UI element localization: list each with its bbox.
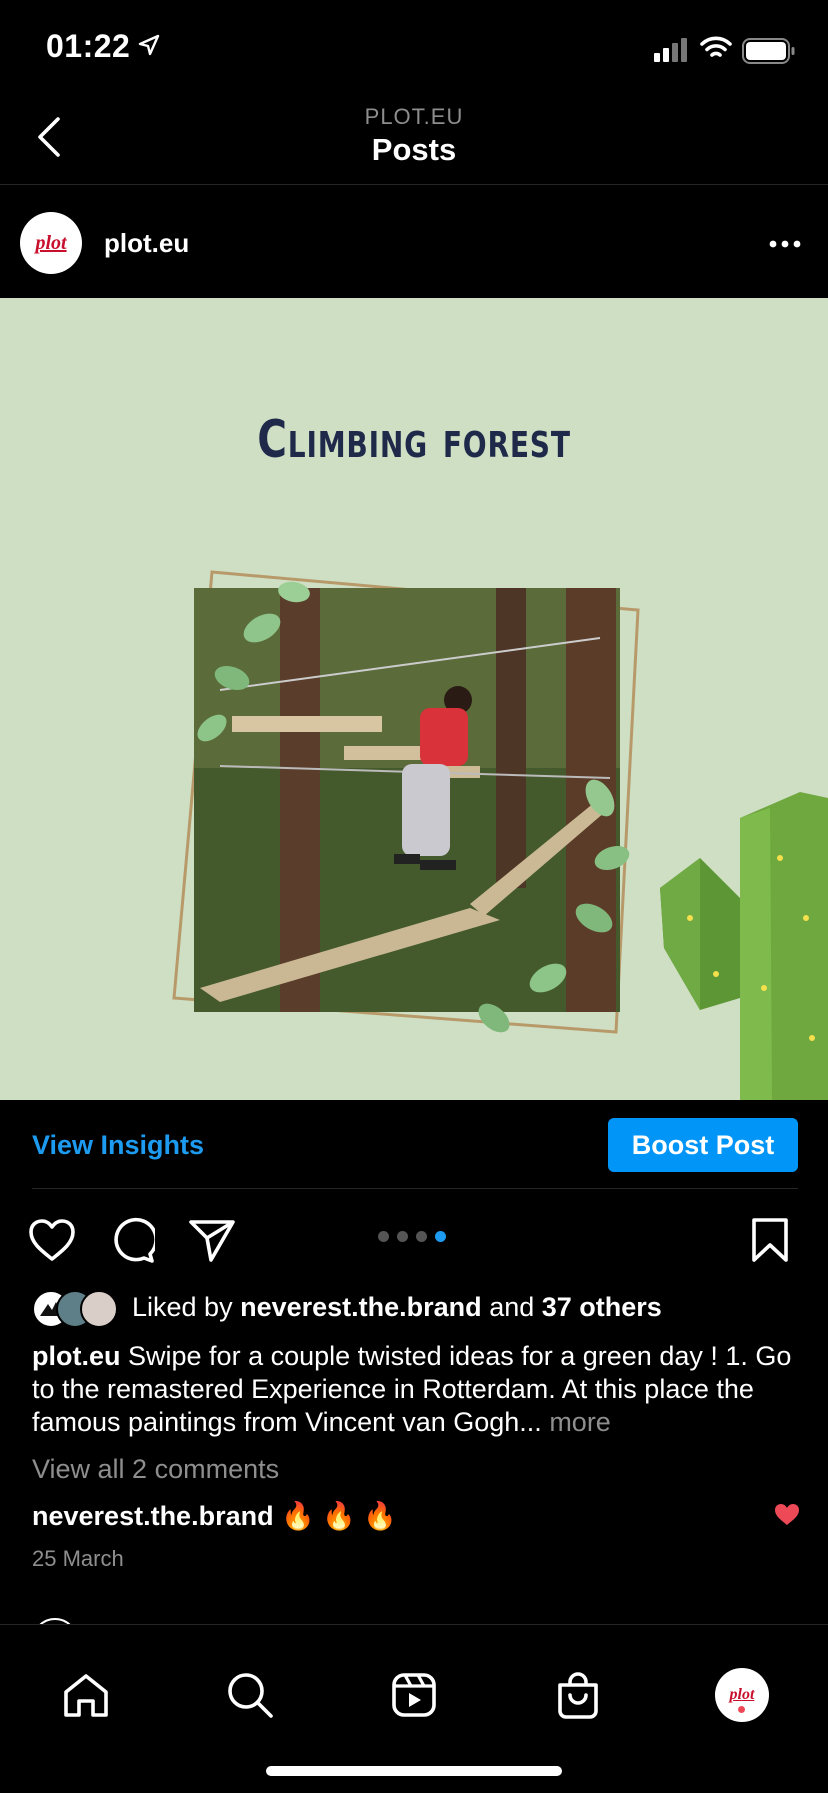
- ellipsis-icon: [769, 240, 801, 248]
- profile-avatar: plot: [715, 1668, 769, 1722]
- carousel-dot-active: [435, 1231, 446, 1242]
- comment-text: 🔥 🔥 🔥: [281, 1501, 397, 1531]
- header-divider: [0, 184, 828, 185]
- comment-username[interactable]: neverest.the.brand: [32, 1501, 274, 1531]
- likes-summary[interactable]: Liked by neverest.the.brand and 37 other…: [132, 1292, 662, 1323]
- likes-prefix: Liked by: [132, 1292, 233, 1322]
- home-icon: [64, 1674, 108, 1717]
- comment-button[interactable]: [106, 1216, 158, 1264]
- comment-like-button[interactable]: [774, 1503, 800, 1532]
- heart-icon: [29, 1219, 75, 1261]
- page-title: Posts: [371, 132, 457, 167]
- shopping-bag-icon: [558, 1672, 598, 1719]
- wifi-icon: [700, 36, 732, 65]
- post-author-avatar[interactable]: plot: [20, 212, 82, 274]
- actions-divider: [32, 1188, 798, 1189]
- reels-icon: [392, 1673, 436, 1717]
- like-button[interactable]: [26, 1216, 78, 1264]
- battery-icon: [742, 38, 796, 69]
- carousel-dot: [416, 1231, 427, 1242]
- caption-text: Swipe for a couple twisted ideas for a g…: [32, 1341, 792, 1437]
- tab-reels[interactable]: [384, 1665, 444, 1725]
- home-indicator[interactable]: [266, 1766, 562, 1776]
- save-button[interactable]: [746, 1214, 794, 1266]
- tab-home[interactable]: [56, 1665, 116, 1725]
- share-button[interactable]: [186, 1216, 238, 1264]
- heart-filled-icon: [775, 1504, 799, 1525]
- cellular-signal-icon: [654, 38, 690, 67]
- comment-row: neverest.the.brand 🔥 🔥 🔥: [32, 1500, 397, 1532]
- tab-shop[interactable]: [548, 1665, 608, 1725]
- carousel-indicator: [378, 1231, 446, 1242]
- profile-notification-dot: [738, 1706, 745, 1713]
- plot-logo: plot: [729, 1686, 755, 1703]
- header-subtitle: PLOT.EU: [364, 104, 464, 129]
- climbing-forest-artwork: [172, 570, 828, 1100]
- more-options-button[interactable]: [760, 226, 810, 262]
- post-username[interactable]: plot.eu: [104, 228, 189, 259]
- caption-username[interactable]: plot.eu: [32, 1341, 121, 1371]
- post-date: 25 March: [32, 1546, 124, 1571]
- likes-user[interactable]: neverest.the.brand: [240, 1292, 482, 1322]
- view-insights-link[interactable]: View Insights: [32, 1130, 204, 1161]
- comment-bubble-icon: [114, 1217, 155, 1263]
- view-comments-link[interactable]: View all 2 comments: [32, 1454, 279, 1485]
- plot-logo: plot: [35, 231, 67, 254]
- likes-and: and: [489, 1292, 535, 1322]
- carousel-dot: [397, 1231, 408, 1242]
- location-arrow-icon: [138, 34, 160, 61]
- tab-search[interactable]: [220, 1665, 280, 1725]
- post-caption: plot.eu Swipe for a couple twisted ideas…: [32, 1340, 802, 1439]
- liker-avatar: [80, 1290, 118, 1328]
- paper-plane-icon: [189, 1220, 235, 1262]
- tab-profile[interactable]: plot: [712, 1665, 772, 1725]
- status-time: 01:22: [46, 28, 131, 64]
- carousel-dot: [378, 1231, 389, 1242]
- caption-more-link[interactable]: more: [549, 1407, 611, 1437]
- liked-by-avatars[interactable]: [32, 1290, 122, 1328]
- likes-others[interactable]: 37 others: [542, 1292, 662, 1322]
- boost-post-button[interactable]: Boost Post: [608, 1118, 798, 1172]
- post-image[interactable]: Climbing forest: [0, 298, 828, 1100]
- bookmark-icon: [752, 1218, 788, 1262]
- search-icon: [228, 1673, 273, 1718]
